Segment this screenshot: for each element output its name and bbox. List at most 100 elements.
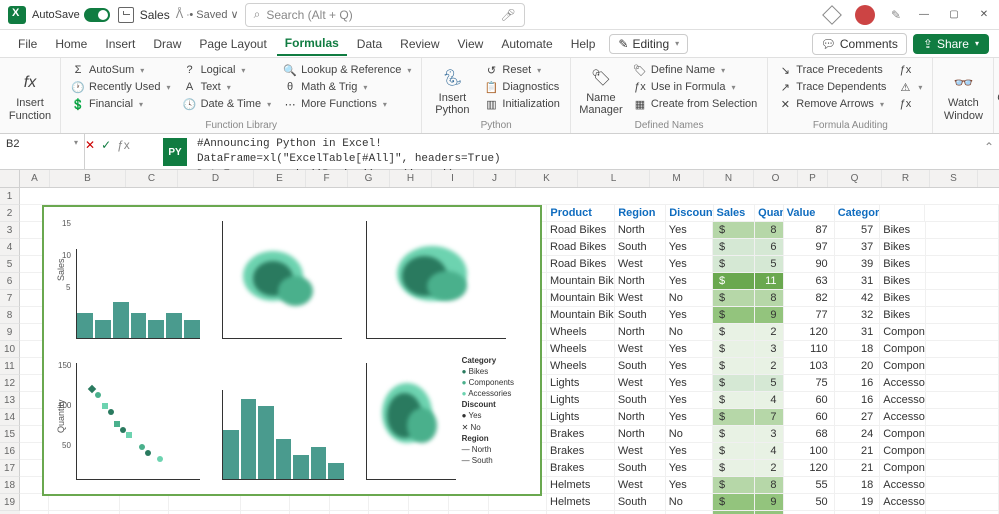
cell[interactable]: 7 — [755, 409, 784, 425]
cell[interactable]: Helmets — [547, 477, 615, 493]
cell[interactable]: 18 — [835, 477, 881, 493]
insert-function-button[interactable]: fx Insert Function — [6, 62, 54, 131]
col-header[interactable]: P — [798, 170, 828, 187]
cell[interactable]: 100 — [784, 443, 835, 459]
col-header[interactable]: M — [650, 170, 704, 187]
cell[interactable] — [926, 460, 999, 476]
cell[interactable]: 24 — [835, 426, 881, 442]
row-header[interactable]: 3 — [0, 222, 20, 239]
cell[interactable]: 16 — [835, 392, 881, 408]
cell[interactable]: Brakes — [547, 460, 615, 476]
minimize-button[interactable]: — — [917, 8, 931, 22]
cell[interactable]: North — [615, 409, 666, 425]
cell[interactable] — [20, 494, 49, 510]
table-header[interactable]: Product — [547, 205, 615, 221]
trace-precedents-button[interactable]: ↘Trace Precedents — [774, 62, 890, 78]
cell[interactable]: $ — [713, 273, 755, 289]
cell[interactable]: 4 — [755, 392, 784, 408]
table-header[interactable]: Category — [835, 205, 880, 221]
row-header[interactable]: 9 — [0, 324, 20, 341]
cell[interactable]: $ — [713, 239, 755, 255]
cell[interactable]: Brakes — [547, 426, 615, 442]
cell[interactable]: Yes — [666, 409, 713, 425]
save-icon[interactable] — [118, 7, 134, 23]
cell[interactable]: North — [615, 324, 666, 340]
cell[interactable]: 77 — [784, 307, 835, 323]
cell[interactable]: Bikes — [880, 290, 925, 306]
text-button[interactable]: AText▾ — [179, 79, 276, 95]
comments-button[interactable]: 💬︎ Comments — [812, 33, 907, 55]
table-header[interactable]: Sales — [714, 205, 756, 221]
logical-button[interactable]: ?Logical▾ — [179, 62, 276, 78]
cell[interactable]: 20 — [835, 358, 881, 374]
menu-file[interactable]: File — [10, 33, 45, 55]
cell[interactable]: Accessories — [880, 477, 925, 493]
cell[interactable]: 60 — [784, 409, 835, 425]
create-from-selection-button[interactable]: ▦Create from Selection — [629, 96, 761, 112]
autosave-toggle[interactable] — [84, 8, 110, 22]
row-header[interactable]: 5 — [0, 256, 20, 273]
cell[interactable]: West — [615, 290, 666, 306]
cell[interactable] — [926, 341, 999, 357]
accept-icon[interactable]: ✓ — [101, 138, 111, 152]
define-name-button[interactable]: 🏷Define Name▾ — [629, 62, 761, 78]
cell[interactable]: 42 — [835, 290, 881, 306]
mic-icon[interactable]: 🎤︎ — [500, 8, 515, 22]
name-manager-button[interactable]: 🏷 NameManager — [577, 62, 625, 120]
autosum-button[interactable]: ΣAutoSum▾ — [67, 62, 175, 78]
row-header[interactable]: 11 — [0, 358, 20, 375]
cell[interactable]: Bikes — [880, 273, 925, 289]
cell[interactable]: 97 — [784, 239, 835, 255]
cell[interactable]: North — [615, 222, 666, 238]
col-header[interactable]: I — [432, 170, 474, 187]
cell[interactable] — [926, 307, 999, 323]
cell[interactable]: 5 — [755, 256, 784, 272]
search-input[interactable]: ⌕ Search (Alt + Q) 🎤︎ — [245, 3, 525, 27]
cell[interactable]: Components — [880, 426, 925, 442]
cell[interactable]: 103 — [784, 358, 835, 374]
cell[interactable] — [290, 494, 330, 510]
cell[interactable]: 2 — [755, 324, 784, 340]
table-header[interactable]: Quantity — [755, 205, 784, 221]
name-box[interactable]: B2 ▾ — [0, 134, 85, 169]
menu-help[interactable]: Help — [563, 33, 604, 55]
col-header[interactable]: K — [516, 170, 578, 187]
cell[interactable]: Mountain Bikes — [547, 307, 615, 323]
col-header[interactable]: B — [50, 170, 126, 187]
col-header[interactable]: E — [254, 170, 306, 187]
cell[interactable]: $ — [713, 409, 755, 425]
cell[interactable]: 3 — [755, 426, 784, 442]
cell[interactable]: Bikes — [880, 307, 925, 323]
cell[interactable]: Components — [880, 341, 925, 357]
cell[interactable]: No — [666, 290, 713, 306]
trace-dependents-button[interactable]: ↗Trace Dependents — [774, 79, 890, 95]
cell[interactable]: $ — [713, 307, 755, 323]
cell[interactable]: No — [666, 324, 713, 340]
cell[interactable]: 8 — [755, 477, 784, 493]
cell[interactable] — [926, 324, 999, 340]
eyedropper-icon[interactable]: ✎ — [891, 8, 901, 22]
cell[interactable]: Components — [880, 358, 925, 374]
error-check-button[interactable]: ⚠▾ — [894, 79, 926, 95]
cell[interactable]: 18 — [835, 341, 881, 357]
cell[interactable]: 21 — [835, 443, 881, 459]
col-header[interactable]: L — [578, 170, 650, 187]
cell[interactable] — [241, 494, 290, 510]
col-header[interactable]: Q — [828, 170, 882, 187]
row-header[interactable]: 14 — [0, 409, 20, 426]
share-button[interactable]: ⇪ Share ▾ — [913, 34, 989, 54]
cell[interactable]: West — [615, 341, 666, 357]
cell[interactable] — [926, 392, 999, 408]
cell[interactable]: No — [666, 426, 713, 442]
cell[interactable] — [926, 290, 999, 306]
cell[interactable]: $ — [713, 392, 755, 408]
cell[interactable]: Yes — [666, 358, 713, 374]
cell[interactable] — [169, 494, 241, 510]
cell[interactable]: Yes — [666, 341, 713, 357]
cell[interactable]: 11 — [755, 273, 784, 289]
cell[interactable]: Accessories — [880, 392, 925, 408]
cell[interactable]: South — [615, 460, 666, 476]
math-trig-button[interactable]: θMath & Trig▾ — [279, 79, 415, 95]
cell[interactable]: 16 — [835, 375, 881, 391]
row-header[interactable]: 7 — [0, 290, 20, 307]
